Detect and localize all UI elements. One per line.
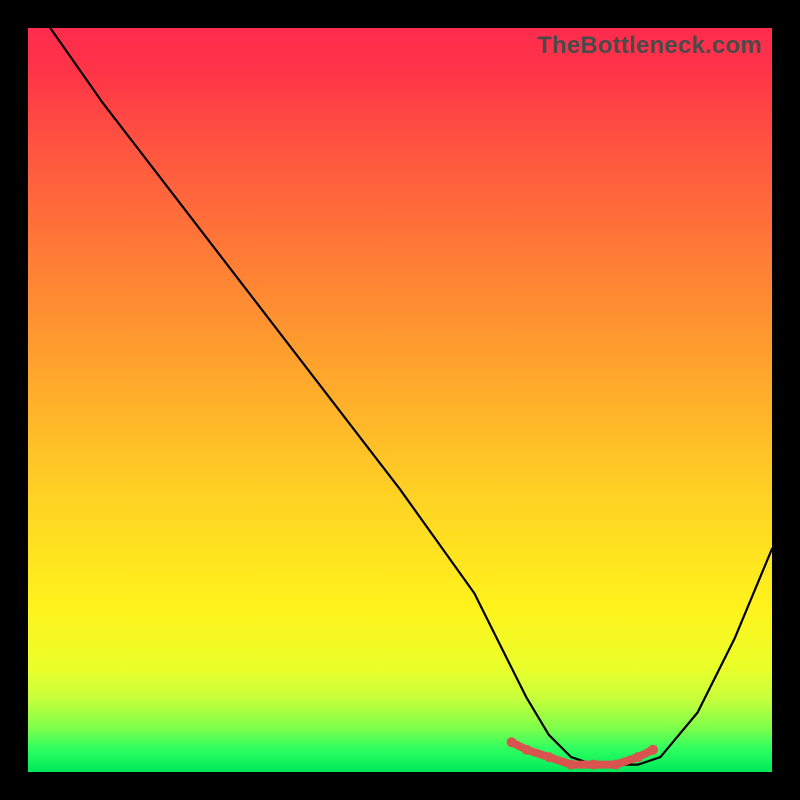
plot-area: TheBottleneck.com [28, 28, 772, 772]
chart-frame: TheBottleneck.com [0, 0, 800, 800]
bottleneck-curve [50, 28, 772, 765]
highlight-dot [566, 760, 576, 770]
optimal-range-highlight [512, 742, 653, 764]
highlight-dot [522, 745, 532, 755]
highlight-dot [507, 737, 517, 747]
highlight-dot [648, 745, 658, 755]
highlight-dot [544, 752, 554, 762]
highlight-dot [588, 760, 598, 770]
highlight-dot [611, 760, 621, 770]
highlight-dot [633, 752, 643, 762]
chart-overlay [28, 28, 772, 772]
